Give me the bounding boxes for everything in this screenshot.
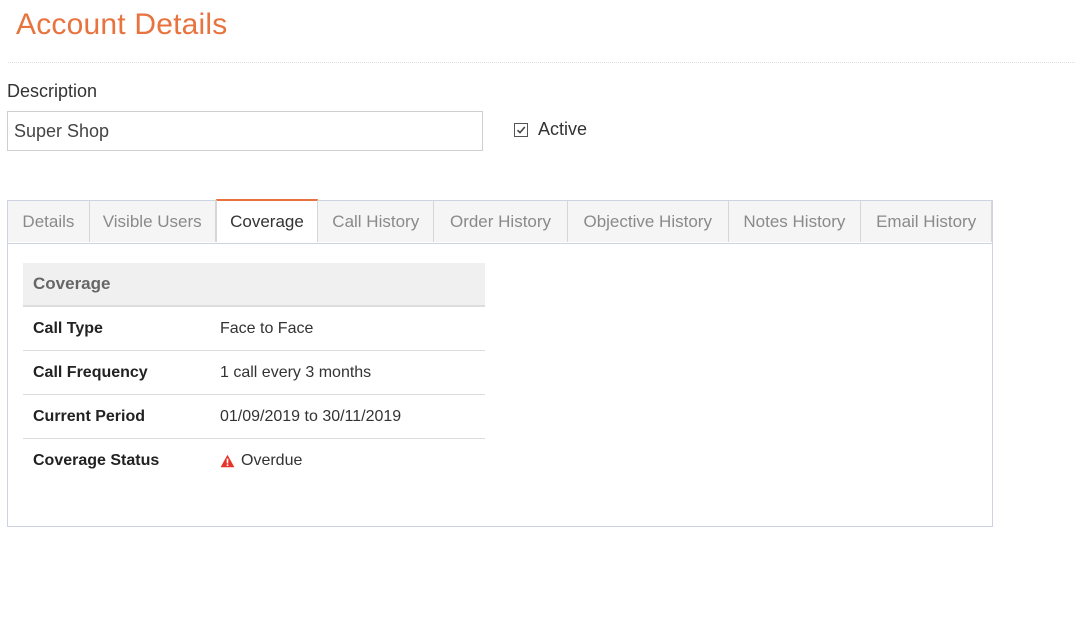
row-label: Call Type	[33, 319, 103, 337]
coverage-status-value: Overdue	[241, 452, 303, 469]
description-label: Description	[7, 81, 98, 101]
account-tab-panel: Details Visible Users Coverage Call Hist…	[7, 199, 993, 527]
tab-bar: Details Visible Users Coverage Call Hist…	[8, 199, 993, 244]
call-type-value: Face to Face	[220, 319, 314, 337]
warning-icon	[220, 454, 235, 468]
tab-order-history[interactable]: Order History	[434, 201, 568, 242]
table-row: Call Type Face to Face	[23, 307, 485, 351]
tab-visible-users[interactable]: Visible Users	[89, 201, 216, 242]
row-value: Face to Face	[220, 320, 313, 338]
tab-notes-history[interactable]: Notes History	[728, 201, 862, 242]
active-checkbox-group[interactable]: Active	[514, 119, 587, 140]
active-label: Active	[538, 119, 588, 139]
coverage-header: Coverage	[23, 263, 485, 307]
table-row: Current Period 01/09/2019 to 30/11/2019	[23, 395, 485, 439]
row-value: 01/09/2019 to 30/11/2019	[220, 408, 401, 426]
table-row: Coverage Status Overdue	[23, 439, 485, 483]
checkmark-icon	[516, 125, 526, 134]
tab-objective-history[interactable]: Objective History	[567, 201, 729, 242]
row-label: Call Frequency	[33, 363, 148, 381]
active-checkbox[interactable]	[514, 122, 528, 137]
row-label: Current Period	[33, 407, 146, 425]
row-value: Overdue	[220, 452, 302, 470]
tab-call-history[interactable]: Call History	[318, 201, 435, 242]
page-title: Account Details	[16, 8, 228, 41]
tab-details[interactable]: Details	[8, 201, 90, 242]
tab-email-history[interactable]: Email History	[861, 201, 993, 242]
call-frequency-value: 1 call every 3 months	[220, 363, 372, 381]
coverage-table: Coverage Call Type Face to Face Call Fre…	[23, 263, 485, 483]
row-label: Coverage Status	[33, 452, 160, 469]
table-row: Call Frequency 1 call every 3 months	[23, 351, 485, 395]
tab-coverage[interactable]: Coverage	[215, 199, 319, 242]
description-input[interactable]	[7, 111, 483, 151]
current-period-value: 01/09/2019 to 30/11/2019	[220, 407, 402, 425]
title-divider	[8, 62, 1075, 63]
row-value: 1 call every 3 months	[220, 364, 371, 382]
